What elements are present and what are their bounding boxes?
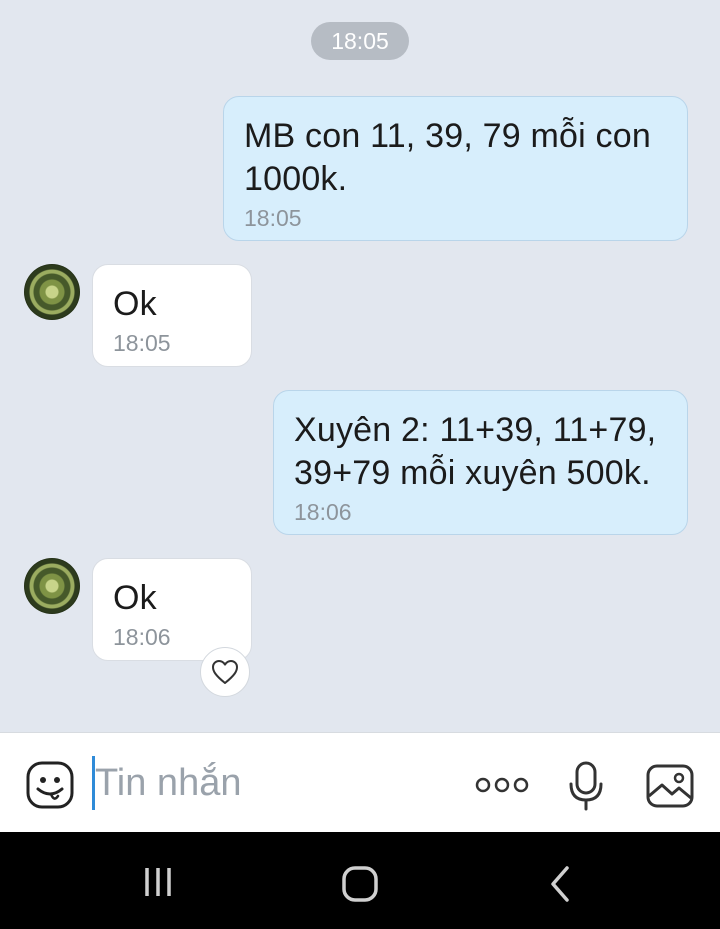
voice-record-button[interactable] [564,759,608,813]
more-button[interactable] [474,765,530,805]
back-icon [551,866,569,902]
heart-react-button[interactable] [200,647,250,697]
message-text: MB con 11, 39, 79 mỗi con 1000k. [244,117,651,198]
message-time: 18:05 [244,205,302,231]
contact-avatar[interactable] [24,264,80,320]
more-icon [475,777,529,793]
time-separator: 18:05 [311,22,409,60]
sticker-button[interactable] [24,759,76,811]
image-icon [646,764,694,808]
microphone-icon [569,761,603,811]
back-button[interactable] [540,862,580,906]
message-text: Ok [113,579,157,617]
home-icon [342,866,378,902]
message-bubble-incoming[interactable]: Ok 18:05 [92,264,252,367]
message-bubble-outgoing[interactable]: MB con 11, 39, 79 mỗi con 1000k. 18:05 [223,96,688,241]
message-input-placeholder: Tin nhắn [95,761,242,804]
message-time: 18:06 [113,624,171,650]
message-bubble-outgoing[interactable]: Xuyên 2: 11+39, 11+79, 39+79 mỗi xuyên 5… [273,390,688,535]
home-button[interactable] [336,862,384,906]
message-input-bar: Tin nhắn [0,732,720,833]
message-input[interactable]: Tin nhắn [92,755,452,811]
message-text: Ok [113,285,157,323]
image-picker-button[interactable] [644,761,696,811]
message-time: 18:05 [113,330,171,356]
recents-icon [145,868,171,896]
chat-area[interactable]: 18:05 MB con 11, 39, 79 mỗi con 1000k. 1… [0,0,720,732]
sticker-icon [26,761,74,809]
message-time: 18:06 [294,499,352,525]
message-text: Xuyên 2: 11+39, 11+79, 39+79 mỗi xuyên 5… [294,411,657,492]
system-navigation-bar [0,832,720,929]
contact-avatar[interactable] [24,558,80,614]
message-bubble-incoming[interactable]: Ok 18:06 [92,558,252,661]
heart-icon [212,660,238,684]
recents-button[interactable] [136,862,180,902]
